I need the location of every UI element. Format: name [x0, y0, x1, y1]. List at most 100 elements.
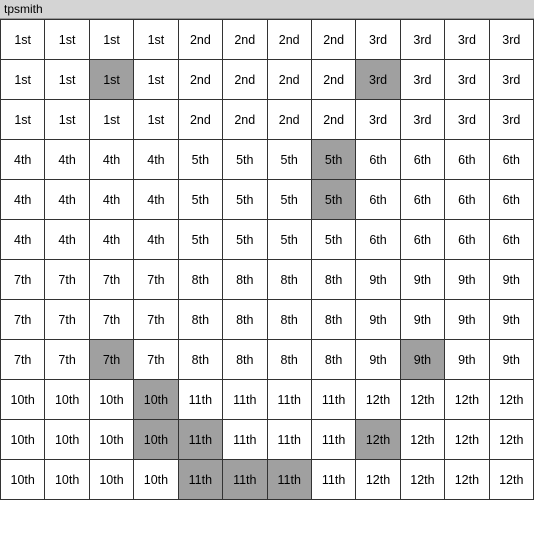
table-row: 10th	[45, 460, 89, 500]
table-row: 7th	[90, 340, 134, 380]
table-row: 12th	[490, 420, 534, 460]
table-row: 11th	[268, 380, 312, 420]
table-row: 1st	[1, 60, 45, 100]
table-row: 5th	[312, 180, 356, 220]
table-row: 6th	[356, 140, 400, 180]
table-row: 12th	[401, 380, 445, 420]
table-row: 9th	[445, 300, 489, 340]
table-row: 4th	[1, 140, 45, 180]
table-row: 10th	[90, 420, 134, 460]
table-row: 7th	[45, 340, 89, 380]
table-row: 1st	[45, 60, 89, 100]
table-row: 11th	[312, 380, 356, 420]
table-row: 4th	[90, 220, 134, 260]
table-row: 3rd	[445, 60, 489, 100]
table-row: 7th	[134, 340, 178, 380]
table-row: 5th	[312, 140, 356, 180]
table-row: 1st	[90, 60, 134, 100]
table-row: 2nd	[179, 100, 223, 140]
table-row: 12th	[356, 460, 400, 500]
table-row: 1st	[1, 100, 45, 140]
table-row: 2nd	[179, 20, 223, 60]
table-row: 7th	[1, 340, 45, 380]
table-row: 5th	[223, 140, 267, 180]
table-row: 7th	[45, 300, 89, 340]
table-row: 1st	[1, 20, 45, 60]
table-row: 2nd	[179, 60, 223, 100]
table-row: 3rd	[490, 20, 534, 60]
table-row: 12th	[445, 420, 489, 460]
table-row: 4th	[1, 180, 45, 220]
table-row: 2nd	[223, 60, 267, 100]
table-row: 1st	[134, 20, 178, 60]
table-row: 3rd	[490, 100, 534, 140]
table-row: 4th	[134, 180, 178, 220]
table-row: 11th	[312, 420, 356, 460]
table-row: 1st	[90, 20, 134, 60]
table-row: 2nd	[268, 20, 312, 60]
table-row: 11th	[223, 420, 267, 460]
table-row: 10th	[134, 380, 178, 420]
table-row: 11th	[223, 380, 267, 420]
table-row: 12th	[445, 460, 489, 500]
table-row: 12th	[356, 380, 400, 420]
table-row: 5th	[179, 180, 223, 220]
table-row: 3rd	[356, 60, 400, 100]
table-row: 9th	[490, 300, 534, 340]
table-row: 6th	[445, 220, 489, 260]
table-row: 12th	[490, 380, 534, 420]
table-row: 1st	[45, 20, 89, 60]
table-row: 6th	[401, 180, 445, 220]
table-row: 4th	[90, 140, 134, 180]
table-row: 6th	[401, 140, 445, 180]
table-row: 1st	[134, 100, 178, 140]
table-row: 10th	[134, 460, 178, 500]
table-row: 7th	[90, 300, 134, 340]
table-row: 7th	[45, 260, 89, 300]
table-row: 7th	[134, 300, 178, 340]
grid-container: 1st1st1st1st2nd2nd2nd2nd3rd3rd3rd3rd1st1…	[0, 19, 534, 500]
table-row: 9th	[445, 260, 489, 300]
table-row: 1st	[90, 100, 134, 140]
table-row: 5th	[223, 220, 267, 260]
table-row: 6th	[490, 140, 534, 180]
table-row: 8th	[179, 300, 223, 340]
table-row: 6th	[445, 140, 489, 180]
table-row: 8th	[179, 260, 223, 300]
table-row: 1st	[134, 60, 178, 100]
table-row: 11th	[223, 460, 267, 500]
table-row: 9th	[401, 260, 445, 300]
table-row: 9th	[356, 260, 400, 300]
table-row: 2nd	[312, 100, 356, 140]
table-row: 11th	[268, 420, 312, 460]
table-row: 10th	[134, 420, 178, 460]
table-row: 6th	[490, 180, 534, 220]
table-row: 8th	[312, 300, 356, 340]
table-row: 5th	[268, 180, 312, 220]
table-row: 9th	[356, 340, 400, 380]
table-row: 8th	[312, 340, 356, 380]
table-row: 1st	[45, 100, 89, 140]
table-row: 8th	[179, 340, 223, 380]
table-row: 2nd	[268, 60, 312, 100]
table-row: 3rd	[356, 20, 400, 60]
table-row: 12th	[445, 380, 489, 420]
table-row: 5th	[312, 220, 356, 260]
table-row: 9th	[356, 300, 400, 340]
table-row: 10th	[45, 420, 89, 460]
table-row: 9th	[490, 260, 534, 300]
table-row: 8th	[268, 300, 312, 340]
table-row: 4th	[45, 140, 89, 180]
table-row: 7th	[90, 260, 134, 300]
table-row: 6th	[356, 180, 400, 220]
table-row: 2nd	[312, 20, 356, 60]
table-row: 7th	[1, 260, 45, 300]
table-row: 10th	[90, 380, 134, 420]
table-row: 11th	[179, 380, 223, 420]
table-row: 4th	[134, 220, 178, 260]
title-bar: tpsmith	[0, 0, 534, 19]
table-row: 5th	[268, 140, 312, 180]
table-row: 12th	[490, 460, 534, 500]
table-row: 12th	[401, 460, 445, 500]
table-row: 11th	[312, 460, 356, 500]
